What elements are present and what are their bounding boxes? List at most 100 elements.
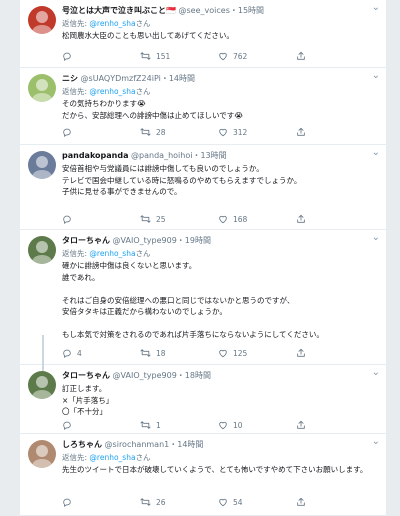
reply-to-line: 返信先: @renho_shaさん <box>62 452 376 463</box>
share-button[interactable] <box>296 127 306 137</box>
timestamp[interactable]: 19時間 <box>185 236 211 245</box>
retweet-button[interactable]: 18 <box>140 348 166 358</box>
tweet[interactable]: ⌄ pandakopanda @panda_hoihoi・13時間 安倍首相や与党議… <box>20 145 386 230</box>
heart-icon <box>218 497 228 507</box>
share-button[interactable] <box>296 51 306 61</box>
avatar[interactable] <box>28 151 56 179</box>
user-handle[interactable]: @VAIO_type909 <box>113 236 177 245</box>
separator-dot: ・ <box>176 236 185 245</box>
retweet-button[interactable]: 28 <box>140 127 166 137</box>
reply-to-mention-link[interactable]: @renho_sha <box>89 19 135 28</box>
like-count: 125 <box>233 348 248 358</box>
tweet[interactable]: ⌄ タローちゃん @VAIO_type909・18時間 訂正します。 ×「片手落ち」… <box>20 335 386 434</box>
like-button[interactable]: 312 <box>218 127 247 137</box>
tweet[interactable]: ⌄ 号泣とは大声で泣き叫ぶこと🇸🇬 @see_voices・15時間 返信先: @r… <box>20 0 386 68</box>
share-button[interactable] <box>296 348 306 358</box>
avatar[interactable] <box>28 74 56 102</box>
retweet-icon <box>140 497 151 507</box>
like-button[interactable]: 10 <box>218 420 243 430</box>
like-button[interactable]: 168 <box>218 214 247 224</box>
user-handle[interactable]: @VAIO_type909 <box>113 371 177 380</box>
share-icon <box>296 348 306 358</box>
display-name[interactable]: pandakopanda <box>62 151 129 160</box>
avatar[interactable] <box>28 440 56 468</box>
reply-button[interactable] <box>62 497 77 507</box>
retweet-count: 25 <box>156 214 166 224</box>
reply-to-suffix: さん <box>135 249 151 258</box>
reply-icon <box>62 127 72 137</box>
action-bar: 4 18 125 <box>62 348 376 360</box>
thread-connector <box>42 335 44 371</box>
share-icon <box>296 420 306 430</box>
reply-button[interactable] <box>62 214 77 224</box>
heart-icon <box>218 420 228 430</box>
action-bar: 151 762 <box>62 51 376 63</box>
retweet-count: 151 <box>156 51 171 61</box>
like-button[interactable]: 54 <box>218 497 243 507</box>
retweet-button[interactable]: 26 <box>140 497 166 507</box>
timestamp[interactable]: 14時間 <box>169 74 195 83</box>
reply-to-suffix: さん <box>135 453 151 462</box>
heart-icon <box>218 214 228 224</box>
reply-to-label: 返信先: <box>62 87 90 96</box>
reply-to-line: 返信先: @renho_shaさん <box>62 18 376 29</box>
reply-to-label: 返信先: <box>62 249 90 258</box>
tweet[interactable]: ⌄ しろちゃん @sirochanman1・14時間 返信先: @renho_sha… <box>20 434 386 516</box>
share-button[interactable] <box>296 214 306 224</box>
reply-to-mention-link[interactable]: @renho_sha <box>89 87 135 96</box>
timestamp[interactable]: 18時間 <box>185 371 211 380</box>
retweet-button[interactable]: 1 <box>140 420 161 430</box>
reply-button[interactable] <box>62 51 77 61</box>
like-button[interactable]: 125 <box>218 348 247 358</box>
tweet-text: その気持ちわかります😭 だから、安部総理への誹謗中傷は止めてほしいです😭 <box>62 99 244 120</box>
retweet-count: 28 <box>156 127 166 137</box>
display-name[interactable]: タローちゃん <box>62 236 110 245</box>
display-name[interactable]: 号泣とは大声で泣き叫ぶこと🇸🇬 <box>62 6 176 15</box>
action-bar: 26 54 <box>62 497 376 509</box>
retweet-count: 18 <box>156 348 166 358</box>
reply-to-line: 返信先: @renho_shaさん <box>62 248 376 259</box>
reply-icon <box>62 420 72 430</box>
action-bar: 25 168 <box>62 214 376 226</box>
share-button[interactable] <box>296 497 306 507</box>
retweet-icon <box>140 214 151 224</box>
user-handle[interactable]: @sirochanman1 <box>105 440 170 449</box>
reply-icon <box>62 51 72 61</box>
like-button[interactable]: 762 <box>218 51 247 61</box>
tweet[interactable]: ⌄ タローちゃん @VAIO_type909・19時間 返信先: @renho_sh… <box>20 230 386 365</box>
separator-dot: ・ <box>160 74 169 83</box>
display-name[interactable]: しろちゃん <box>62 440 102 449</box>
reply-icon <box>62 497 72 507</box>
reply-to-mention-link[interactable]: @renho_sha <box>89 453 135 462</box>
like-count: 762 <box>233 51 248 61</box>
timestamp[interactable]: 13時間 <box>200 151 226 160</box>
timestamp[interactable]: 15時間 <box>238 6 264 15</box>
share-button[interactable] <box>296 420 306 430</box>
user-handle[interactable]: @sUAQYDmzfZ24iPi <box>81 74 161 83</box>
heart-icon <box>218 348 228 358</box>
display-name[interactable]: タローちゃん <box>62 371 110 380</box>
retweet-icon <box>140 420 151 430</box>
timestamp[interactable]: 14時間 <box>177 440 203 449</box>
heart-icon <box>218 51 228 61</box>
user-handle[interactable]: @see_voices <box>179 6 230 15</box>
share-icon <box>296 51 306 61</box>
user-handle[interactable]: @panda_hoihoi <box>131 151 192 160</box>
tweet-text: 先生のツイートで日本が破壊していくようで、とても怖いですやめて下さいお願いします… <box>62 465 368 474</box>
reply-button[interactable] <box>62 127 77 137</box>
reply-to-mention-link[interactable]: @renho_sha <box>89 249 135 258</box>
tweet[interactable]: ⌄ ニシ @sUAQYDmzfZ24iPi・14時間 返信先: @renho_sha… <box>20 68 386 145</box>
retweet-button[interactable]: 25 <box>140 214 166 224</box>
reply-button[interactable] <box>62 420 77 430</box>
reply-to-line: 返信先: @renho_shaさん <box>62 86 376 97</box>
reply-button[interactable]: 4 <box>62 348 82 358</box>
retweet-button[interactable]: 151 <box>140 51 170 61</box>
avatar[interactable] <box>28 371 56 399</box>
avatar[interactable] <box>28 6 56 34</box>
display-name[interactable]: ニシ <box>62 74 78 83</box>
share-icon <box>296 214 306 224</box>
avatar[interactable] <box>28 236 56 264</box>
action-bar: 28 312 <box>62 127 376 139</box>
reply-to-suffix: さん <box>135 19 151 28</box>
like-count: 312 <box>233 127 248 137</box>
